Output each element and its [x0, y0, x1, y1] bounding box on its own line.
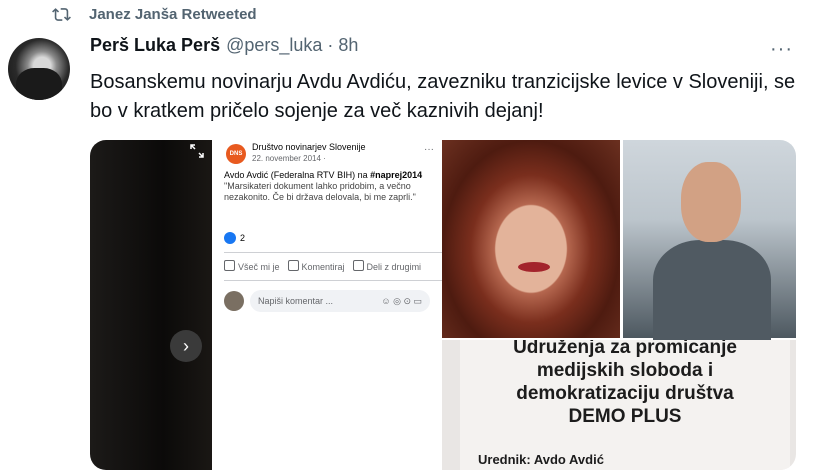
fb-comment-placeholder: Napiši komentar ...	[258, 296, 334, 306]
fb-commenter-avatar	[224, 291, 244, 311]
fb-action-comment-label: Komentiraj	[301, 262, 345, 272]
fb-divider	[224, 252, 442, 253]
media-photo-woman-portrait[interactable]	[442, 140, 620, 338]
expand-icon[interactable]	[190, 144, 204, 158]
fb-quote: "Marsikateri dokument lahko pridobim, a …	[224, 181, 416, 202]
fb-like-icon	[224, 232, 236, 244]
media-photo-dark[interactable]: ›	[90, 140, 212, 470]
fb-action-share: Deli z drugimi	[352, 260, 422, 272]
fb-author: Avdo Avdić (Federalna RTV BIH) na	[224, 170, 371, 180]
fb-page-name: Društvo novinarjev Slovenije	[252, 142, 366, 152]
media-photo-document[interactable]: Udruženja za promicanje medijskih slobod…	[442, 340, 796, 470]
more-options-icon[interactable]: ···	[770, 38, 793, 61]
fb-post-body: Avdo Avdić (Federalna RTV BIH) na #napre…	[224, 170, 442, 203]
media-grid: › DNS Društvo novinarjev Slovenije 22. n…	[90, 140, 796, 470]
doc-line: DEMO PLUS	[568, 406, 682, 427]
next-image-button[interactable]: ›	[170, 330, 202, 362]
fb-comment-icons: ☺ ◎ ⊙ ▭	[381, 295, 422, 306]
timestamp[interactable]: 8h	[338, 35, 358, 56]
retweet-context[interactable]: Janez Janša Retweeted	[52, 4, 257, 24]
fb-menu-icon: ···	[424, 144, 434, 155]
separator-dot: ·	[327, 35, 334, 55]
portrait-detail	[681, 162, 741, 242]
doc-line: medijskih sloboda i	[536, 360, 714, 381]
portrait-detail	[653, 240, 771, 340]
fb-action-like-label: Všeč mi je	[238, 262, 280, 272]
doc-line: Udruženja za promicanje	[513, 340, 737, 358]
media-photo-man-interview[interactable]	[623, 140, 796, 340]
fb-thumb-icon	[224, 260, 235, 271]
fb-post-date: 22. november 2014 ·	[252, 154, 326, 163]
tweet-header: Perš Luka Perš @pers_luka · 8h	[90, 35, 358, 56]
retweet-icon	[52, 7, 71, 21]
fb-action-share-label: Deli z drugimi	[366, 262, 422, 272]
fb-actions: Všeč mi je Komentiraj Deli z drugimi	[224, 260, 421, 272]
display-name[interactable]: Perš Luka Perš	[90, 35, 220, 56]
fb-share-icon	[352, 260, 364, 271]
fb-comment-row: Napiši komentar ... ☺ ◎ ⊙ ▭	[224, 290, 430, 312]
fb-hashtag: #naprej2014	[370, 170, 423, 180]
fb-action-comment: Komentiraj	[287, 260, 345, 272]
fb-comment-icon	[287, 260, 299, 271]
retweet-label: Janez Janša Retweeted	[89, 5, 257, 23]
dns-logo-icon: DNS	[226, 144, 246, 164]
avatar[interactable]	[8, 38, 70, 100]
fb-divider	[224, 280, 442, 281]
fb-comment-box: Napiši komentar ... ☺ ◎ ⊙ ▭	[250, 290, 430, 312]
media-facebook-post-screenshot[interactable]: DNS Društvo novinarjev Slovenije 22. nov…	[212, 140, 442, 470]
fb-action-like: Všeč mi je	[224, 260, 280, 272]
document-paper: Udruženja za promicanje medijskih slobod…	[460, 340, 790, 470]
fb-like-number: 2	[240, 233, 246, 243]
portrait-detail	[518, 262, 550, 272]
doc-editor-line: Urednik: Avdo Avdić	[478, 452, 604, 467]
doc-line: demokratizaciju društva	[516, 383, 734, 404]
user-handle[interactable]: @pers_luka	[226, 35, 322, 56]
tweet-text: Bosanskemu novinarju Avdu Avdiću, zavezn…	[90, 71, 796, 122]
fb-like-count: 2	[224, 232, 245, 244]
